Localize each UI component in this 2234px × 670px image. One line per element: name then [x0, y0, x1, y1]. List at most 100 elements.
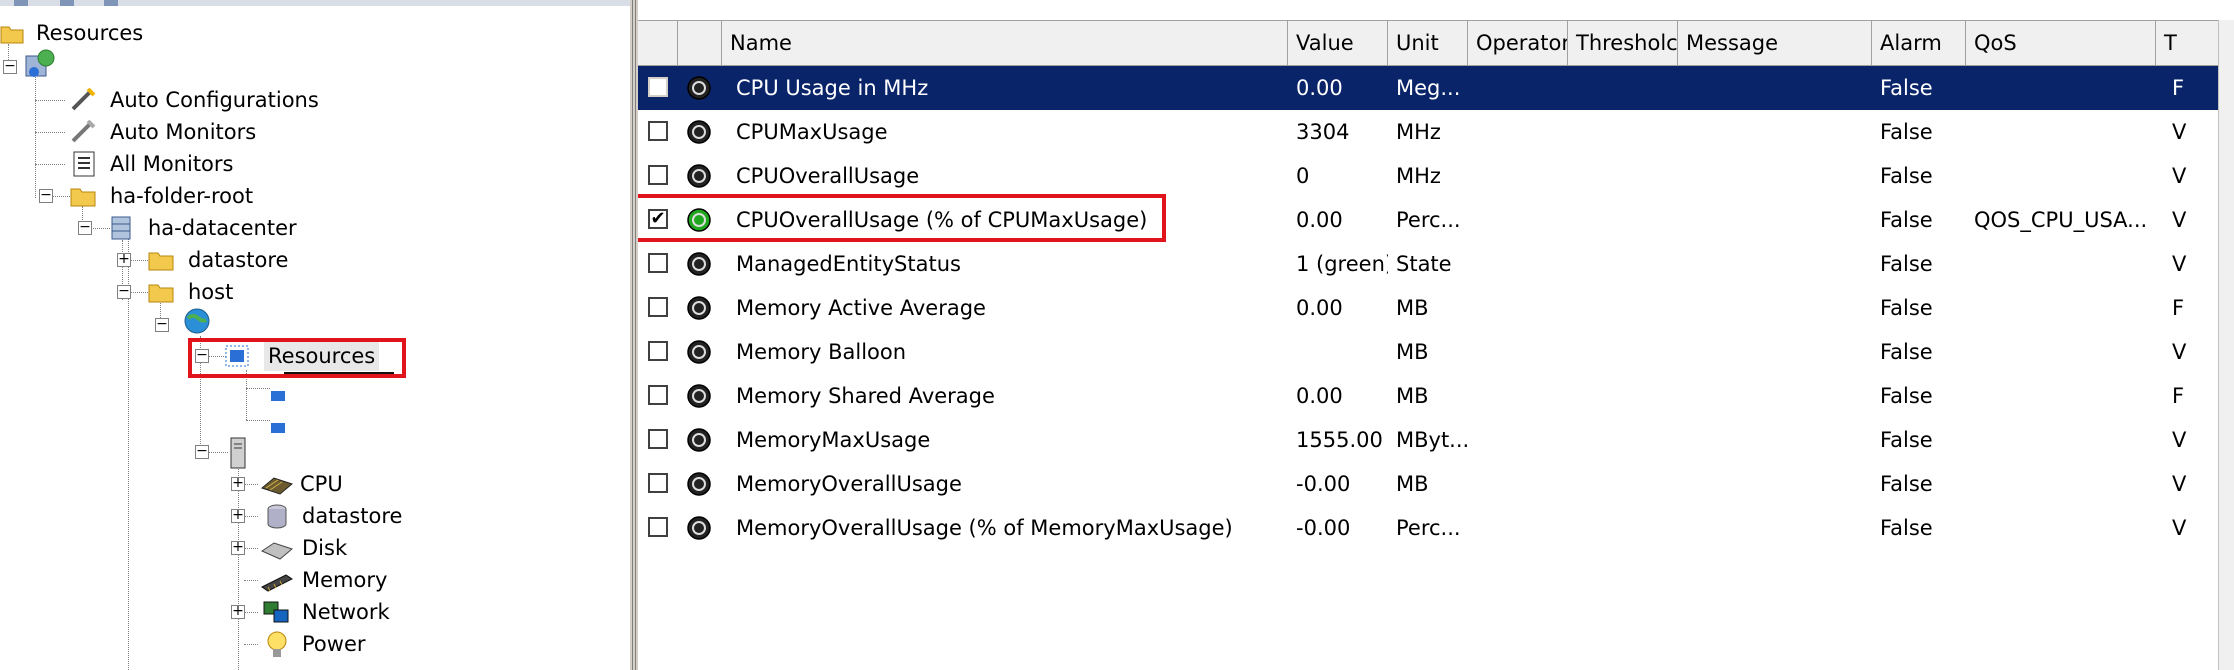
table-row[interactable]: MemoryOverallUsage (% of MemoryMaxUsage)… — [638, 506, 2234, 550]
column-header-operator[interactable]: Operator — [1468, 21, 1568, 65]
row-checkbox[interactable] — [648, 341, 668, 361]
table-row[interactable]: CPUOverallUsage 0 MHz False V — [638, 154, 2234, 198]
expand-toggle-icon[interactable]: + — [231, 540, 245, 555]
status-grey-icon — [686, 515, 712, 541]
expand-toggle-icon[interactable]: + — [117, 252, 131, 267]
status-grey-icon — [686, 75, 712, 101]
row-alarm-cell: False — [1880, 428, 1933, 452]
host-globe-icon[interactable] — [182, 306, 212, 341]
table-row[interactable]: CPU Usage in MHz 0.00 Meg... False F — [638, 66, 2234, 110]
row-value-cell — [1296, 330, 1388, 374]
status-grey-icon — [686, 383, 712, 409]
row-t-cell: V — [2172, 472, 2187, 496]
row-name-cell: Memory Active Average — [736, 296, 986, 320]
table-row[interactable]: Memory Balloon MB False V — [638, 330, 2234, 374]
folder-icon — [70, 184, 96, 216]
status-grey-icon — [686, 339, 712, 365]
collapse-toggle-icon[interactable]: − — [3, 59, 17, 74]
row-t-cell: V — [2172, 340, 2187, 364]
row-alarm-cell: False — [1880, 296, 1933, 320]
row-unit-cell: Perc... — [1396, 208, 1461, 232]
toolbar-button-icon[interactable] — [104, 0, 118, 6]
column-header-message[interactable]: Message — [1678, 21, 1872, 65]
server-tower-icon[interactable] — [226, 436, 252, 475]
row-name-cell: CPUOverallUsage — [736, 164, 920, 188]
collapse-toggle-icon[interactable]: − — [117, 284, 131, 299]
collapse-toggle-icon[interactable]: − — [39, 188, 53, 203]
column-header-checkbox[interactable] — [638, 21, 678, 65]
status-grey-icon — [686, 119, 712, 145]
expand-toggle-icon[interactable]: + — [231, 604, 245, 619]
row-alarm-cell: False — [1880, 76, 1933, 100]
disk-icon — [260, 539, 294, 569]
row-qos-cell — [1974, 66, 2154, 110]
collapse-toggle-icon[interactable]: − — [195, 444, 209, 459]
network-icon — [262, 600, 292, 634]
table-row[interactable]: CPUMaxUsage 3304 MHz False V — [638, 110, 2234, 154]
row-t-cell: F — [2172, 76, 2185, 100]
table-row[interactable]: Memory Active Average 0.00 MB False F — [638, 286, 2234, 330]
column-header-name[interactable]: Name — [722, 21, 1288, 65]
row-unit-cell: MHz — [1396, 120, 1441, 144]
column-header-value[interactable]: Value — [1288, 21, 1388, 65]
row-t-cell: V — [2172, 164, 2187, 188]
row-qos-cell — [1974, 242, 2154, 286]
monitor-list-panel[interactable]: Name Value Unit Operator Thresholc Messa… — [638, 0, 2234, 670]
column-header-unit[interactable]: Unit — [1388, 21, 1468, 65]
panel-splitter[interactable] — [630, 0, 638, 670]
table-row[interactable]: MemoryOverallUsage -0.00 MB False V — [638, 462, 2234, 506]
column-header-alarm[interactable]: Alarm — [1872, 21, 1966, 65]
cpu-icon — [260, 474, 294, 504]
table-row[interactable]: Memory Shared Average 0.00 MB False F — [638, 374, 2234, 418]
server-group-icon[interactable] — [20, 46, 60, 87]
collapse-toggle-icon[interactable]: − — [155, 317, 169, 332]
toolbar-strip — [0, 0, 630, 6]
expand-toggle-icon[interactable]: + — [231, 508, 245, 523]
column-header-threshold[interactable]: Thresholc — [1568, 21, 1678, 65]
list-header: Name Value Unit Operator Thresholc Messa… — [638, 20, 2234, 66]
row-unit-cell: Perc... — [1396, 516, 1461, 540]
expand-toggle-icon[interactable]: + — [231, 476, 245, 491]
row-checkbox[interactable] — [648, 253, 668, 273]
row-checkbox[interactable] — [648, 517, 668, 537]
table-row[interactable]: MemoryMaxUsage 1555.00 MByt... False V — [638, 418, 2234, 462]
row-checkbox[interactable] — [648, 165, 668, 185]
row-alarm-cell: False — [1880, 120, 1933, 144]
database-icon — [266, 504, 288, 538]
row-unit-cell: MB — [1396, 296, 1429, 320]
row-checkbox[interactable] — [648, 429, 668, 449]
column-header-status[interactable] — [678, 21, 722, 65]
row-checkbox[interactable] — [648, 385, 668, 405]
row-name-cell: CPU Usage in MHz — [736, 76, 929, 100]
row-t-cell: V — [2172, 516, 2187, 540]
row-alarm-cell: False — [1880, 472, 1933, 496]
row-qos-cell — [1974, 462, 2154, 506]
row-qos-cell — [1974, 110, 2154, 154]
row-name-cell: CPUMaxUsage — [736, 120, 888, 144]
row-value-cell: 0.00 — [1296, 384, 1343, 408]
vm-icon[interactable] — [270, 415, 286, 439]
row-value-cell: 0.00 — [1296, 296, 1343, 320]
status-grey-icon — [686, 295, 712, 321]
row-checkbox[interactable] — [648, 473, 668, 493]
row-t-cell: F — [2172, 296, 2185, 320]
vertical-scrollbar[interactable] — [2218, 20, 2234, 670]
row-alarm-cell: False — [1880, 208, 1933, 232]
status-grey-icon — [686, 251, 712, 277]
row-name-cell: MemoryMaxUsage — [736, 428, 931, 452]
row-alarm-cell: False — [1880, 164, 1933, 188]
row-checkbox[interactable] — [648, 77, 668, 97]
resource-tree-panel[interactable]: Resources − Auto Configurations Auto Mon… — [0, 0, 630, 670]
toolbar-button-icon[interactable] — [60, 0, 74, 6]
column-header-qos[interactable]: QoS — [1966, 21, 2156, 65]
row-name-cell: Memory Balloon — [736, 340, 907, 364]
row-checkbox[interactable] — [648, 297, 668, 317]
vm-icon[interactable] — [270, 383, 286, 407]
row-value-cell: 0 — [1296, 164, 1310, 188]
toolbar-button-icon[interactable] — [14, 0, 28, 6]
collapse-toggle-icon[interactable]: − — [78, 220, 92, 235]
row-checkbox[interactable] — [648, 121, 668, 141]
row-name-cell: Memory Shared Average — [736, 384, 995, 408]
row-alarm-cell: False — [1880, 340, 1933, 364]
table-row[interactable]: ManagedEntityStatus 1 (green) State False V — [638, 242, 2234, 286]
